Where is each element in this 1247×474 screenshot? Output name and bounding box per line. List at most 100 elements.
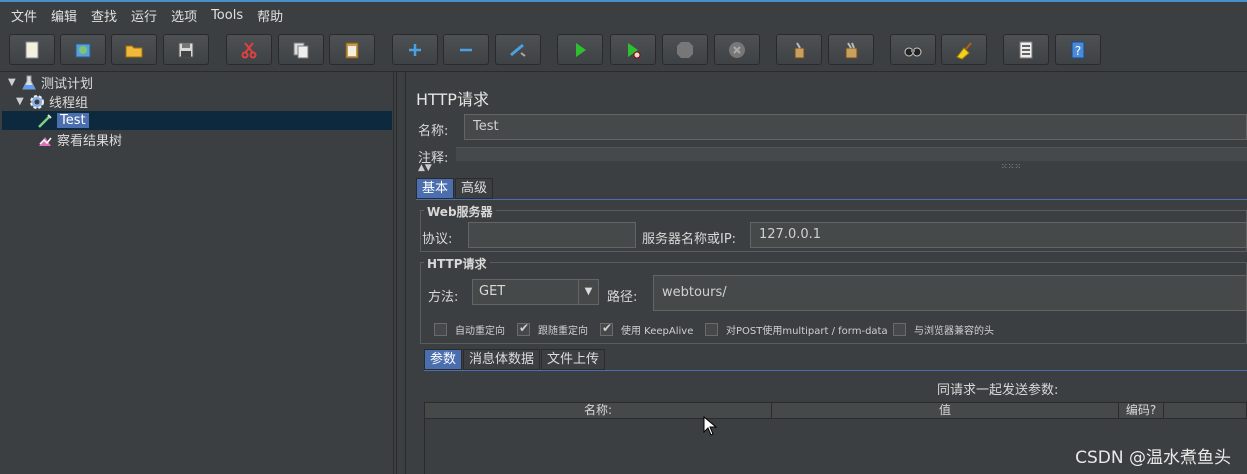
open-button[interactable] bbox=[111, 34, 157, 65]
clear-icon bbox=[794, 41, 805, 58]
start-button[interactable] bbox=[557, 34, 603, 65]
tree-node-test-sampler[interactable]: Test bbox=[2, 111, 392, 130]
splitter-handle[interactable] bbox=[396, 72, 406, 474]
menu-tools[interactable]: Tools bbox=[204, 8, 250, 23]
resize-arrows-icon[interactable]: ▲▼ bbox=[418, 163, 432, 173]
help-icon: ? bbox=[1071, 41, 1085, 58]
tree-label-thread-group: 线程组 bbox=[49, 96, 89, 111]
expand-arrow-icon[interactable]: ▼ bbox=[16, 96, 28, 107]
auto-redirect-label: 自动重定向 bbox=[455, 326, 505, 337]
multipart-label: 对POST使用multipart / form-data bbox=[726, 326, 888, 337]
expand-arrow-icon[interactable]: ▼ bbox=[8, 77, 20, 88]
params-caption: 同请求一起发送参数: bbox=[937, 383, 1059, 398]
comment-field[interactable] bbox=[456, 147, 1247, 161]
tree-node-view-results[interactable]: 察看结果树 bbox=[36, 130, 122, 149]
test-plan-tree: ▼ 测试计划 ▼ 线程组 Test 察看结果树 bbox=[2, 72, 394, 474]
new-icon bbox=[25, 41, 39, 58]
menu-run[interactable]: 运行 bbox=[124, 6, 164, 25]
tree-node-thread-group[interactable]: ▼ 线程组 bbox=[16, 92, 88, 111]
reset-search-icon bbox=[956, 41, 972, 60]
listener-icon bbox=[36, 132, 54, 148]
reset-search-button[interactable] bbox=[941, 34, 987, 65]
chevron-down-icon[interactable]: ▼ bbox=[578, 280, 598, 304]
menu-help[interactable]: 帮助 bbox=[250, 6, 290, 25]
expand-button[interactable] bbox=[392, 34, 438, 65]
paste-button[interactable] bbox=[329, 34, 375, 65]
browser-headers-label: 与浏览器兼容的头 bbox=[914, 326, 994, 337]
tab-basic[interactable]: 基本 bbox=[416, 178, 455, 199]
sampler-icon bbox=[36, 113, 54, 129]
checkbox-box[interactable] bbox=[434, 323, 447, 336]
column-header-value[interactable]: 值 bbox=[772, 403, 1119, 418]
server-field[interactable]: 127.0.0.1 bbox=[750, 222, 1247, 248]
function-helper-icon bbox=[1019, 41, 1033, 58]
tab-underline bbox=[416, 199, 1247, 200]
clear-all-icon bbox=[845, 41, 858, 58]
tab-body-data[interactable]: 消息体数据 bbox=[463, 349, 541, 370]
request-sub-tabs: 参数 消息体数据 文件上传 bbox=[424, 349, 606, 370]
browser-headers-checkbox[interactable]: 与浏览器兼容的头 bbox=[893, 322, 994, 337]
follow-redirect-label: 跟随重定向 bbox=[538, 326, 588, 337]
menu-options[interactable]: 选项 bbox=[164, 6, 204, 25]
column-header-encode[interactable]: 编码? bbox=[1119, 403, 1164, 418]
path-label: 路径: bbox=[607, 290, 638, 305]
method-select[interactable]: GET ▼ bbox=[472, 279, 599, 305]
collapse-icon bbox=[460, 48, 472, 51]
open-icon bbox=[125, 45, 143, 57]
divider-grip-icon[interactable]: ⁙⁙⁙ bbox=[1001, 162, 1021, 171]
templates-button[interactable] bbox=[60, 34, 106, 65]
stop-button[interactable] bbox=[662, 34, 708, 65]
shutdown-button[interactable] bbox=[714, 34, 760, 65]
auto-redirect-checkbox[interactable]: 自动重定向 bbox=[434, 322, 505, 337]
test-plan-icon bbox=[20, 75, 38, 91]
copy-icon bbox=[293, 42, 309, 58]
column-header-name[interactable]: 名称: bbox=[425, 403, 772, 418]
cut-button[interactable] bbox=[226, 34, 272, 65]
checkbox-box[interactable] bbox=[705, 323, 718, 336]
jmeter-window: 文件 编辑 查找 运行 选项 Tools 帮助 ? ▼ 测试计划 ▼ 线程组 T… bbox=[0, 0, 1247, 474]
templates-icon bbox=[75, 43, 91, 57]
help-button[interactable]: ? bbox=[1055, 34, 1101, 65]
cut-icon bbox=[241, 41, 257, 58]
checkbox-box[interactable] bbox=[600, 321, 613, 336]
search-button[interactable] bbox=[890, 34, 936, 65]
collapse-button[interactable] bbox=[443, 34, 489, 65]
http-request-panel: HTTP请求 名称: Test 注释: ▲▼ ⁙⁙⁙ 基本 高级 Web服务器 … bbox=[408, 72, 1247, 474]
protocol-field[interactable] bbox=[468, 222, 636, 248]
checkbox-box[interactable] bbox=[517, 321, 530, 336]
clear-all-button[interactable] bbox=[828, 34, 874, 65]
toggle-button[interactable] bbox=[495, 34, 541, 65]
tab-parameters[interactable]: 参数 bbox=[424, 349, 463, 370]
clear-button[interactable] bbox=[776, 34, 822, 65]
thread-group-icon bbox=[28, 94, 46, 110]
function-helper-button[interactable] bbox=[1003, 34, 1049, 65]
copy-button[interactable] bbox=[278, 34, 324, 65]
start-no-pause-button[interactable] bbox=[610, 34, 656, 65]
tree-node-test-plan[interactable]: ▼ 测试计划 bbox=[8, 73, 93, 92]
path-field[interactable]: webtours/ bbox=[653, 275, 1247, 311]
menu-file[interactable]: 文件 bbox=[4, 6, 44, 25]
save-button[interactable] bbox=[163, 34, 209, 65]
web-server-title: Web服务器 bbox=[424, 203, 496, 220]
follow-redirect-checkbox[interactable]: 跟随重定向 bbox=[517, 321, 588, 337]
multipart-checkbox[interactable]: 对POST使用multipart / form-data bbox=[705, 322, 888, 337]
menu-search[interactable]: 查找 bbox=[84, 6, 124, 25]
name-label: 名称: bbox=[418, 124, 449, 139]
menubar: 文件 编辑 查找 运行 选项 Tools 帮助 bbox=[0, 0, 1247, 28]
shutdown-icon bbox=[729, 41, 745, 58]
toolbar: ? bbox=[0, 28, 1247, 72]
tree-label-test: Test bbox=[57, 113, 89, 128]
mouse-cursor-icon bbox=[703, 416, 717, 436]
sub-tab-underline bbox=[424, 370, 1247, 371]
keepalive-checkbox[interactable]: 使用 KeepAlive bbox=[600, 321, 693, 337]
svg-text:?: ? bbox=[1075, 44, 1081, 58]
tab-file-upload[interactable]: 文件上传 bbox=[541, 349, 606, 370]
start-no-pause-icon bbox=[628, 42, 641, 58]
checkbox-box[interactable] bbox=[893, 323, 906, 336]
method-value: GET bbox=[479, 284, 506, 299]
menu-edit[interactable]: 编辑 bbox=[44, 6, 84, 25]
tab-advanced[interactable]: 高级 bbox=[455, 178, 494, 199]
name-field[interactable]: Test bbox=[464, 114, 1247, 140]
new-button[interactable] bbox=[9, 34, 55, 65]
expand-icon bbox=[409, 43, 421, 56]
